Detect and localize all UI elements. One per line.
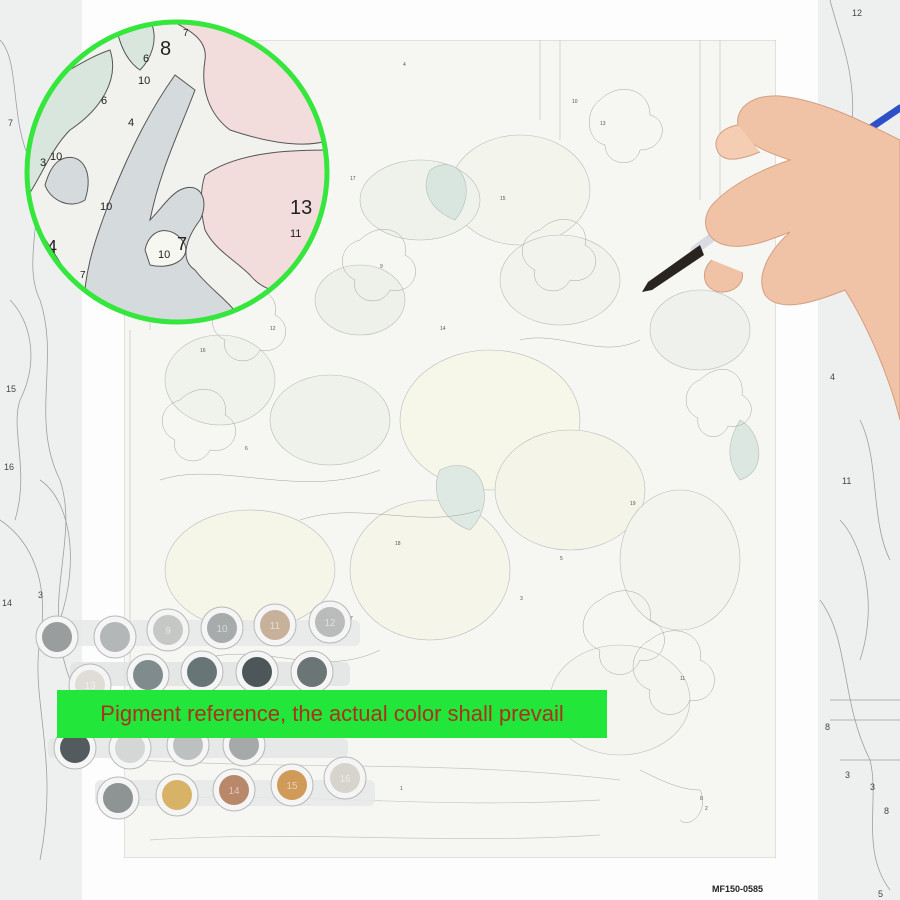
banner-text: Pigment reference, the actual color shal… (100, 701, 564, 726)
paint-pot: 14 (212, 768, 256, 812)
wall-number: 15 (6, 384, 16, 394)
paint-pot-color (242, 657, 272, 687)
zoom-number: 7 (80, 270, 86, 281)
paint-pot-number: 11 (270, 621, 281, 632)
paint-pot-number: 12 (324, 618, 336, 629)
product-code: MF150-0585 (712, 884, 764, 894)
canvas-number: 13 (600, 121, 606, 127)
wall-number: 3 (38, 590, 43, 600)
paint-pot: 11 (253, 603, 297, 647)
paint-pot: 9 (146, 608, 190, 652)
zoom-detail-circle: 7 6 8 10 6 4 3 10 10 4 7 7 10 13 11 (24, 19, 330, 325)
zoom-number: 6 (101, 95, 107, 107)
paint-pot-number: 9 (165, 626, 171, 637)
paint-pot: 16 (323, 756, 367, 800)
paint-pot-color (297, 657, 327, 687)
paint-pot: 15 (270, 763, 314, 807)
pigment-reference-banner: Pigment reference, the actual color shal… (57, 690, 607, 738)
wall-number: 3 (845, 770, 850, 780)
paint-pot-color (103, 783, 133, 813)
paint-pot (93, 615, 137, 659)
zoom-number: 11 (290, 228, 301, 240)
zoom-number: 7 (183, 28, 189, 39)
paint-pot-color (100, 622, 130, 652)
wall-number: 16 (4, 462, 14, 472)
zoom-number: 8 (160, 38, 171, 60)
wall-number: 5 (878, 889, 883, 899)
paint-pot-number: 10 (216, 624, 228, 635)
canvas-number: 4 (403, 62, 406, 68)
paint-pot (96, 776, 140, 820)
paint-pot-number: 16 (339, 774, 351, 785)
canvas-number: 14 (440, 326, 446, 332)
canvas-number: 3 (520, 596, 523, 602)
canvas-number: 10 (572, 99, 578, 105)
paint-pot: 12 (308, 600, 352, 644)
wall-number: 3 (870, 782, 875, 792)
canvas-number: 8 (700, 796, 703, 802)
zoom-number: 7 (177, 234, 187, 254)
wall-number: 8 (825, 722, 830, 732)
paint-pot-number: 14 (228, 786, 240, 797)
zoom-number: 10 (158, 249, 170, 261)
wall-number: 4 (830, 372, 835, 382)
paint-pot-color (42, 622, 72, 652)
paint-pot-color (162, 780, 192, 810)
zoom-number: 4 (128, 117, 134, 129)
canvas-number: 11 (680, 676, 685, 682)
paint-pot-number: 15 (286, 781, 298, 792)
zoom-number: 13 (290, 197, 312, 219)
paint-pot: 10 (200, 606, 244, 650)
zoom-number: 10 (50, 151, 62, 163)
paint-pot (235, 650, 279, 694)
canvas-number: 1 (400, 786, 403, 792)
canvas-number: 17 (350, 176, 356, 182)
paint-pot (180, 650, 224, 694)
canvas-number: 15 (500, 196, 506, 202)
canvas-number: 5 (560, 556, 563, 562)
zoom-number: 6 (143, 53, 149, 65)
canvas-number: 16 (200, 348, 206, 354)
canvas-number: 12 (270, 326, 276, 332)
canvas-number: 9 (380, 264, 383, 270)
canvas-number: 2 (705, 806, 708, 812)
zoom-number: 3 (40, 157, 46, 169)
paint-pot (155, 773, 199, 817)
canvas-number: 19 (630, 501, 636, 507)
wall-number: 12 (852, 8, 862, 18)
wall-number: 8 (884, 806, 889, 816)
paint-pot (290, 650, 334, 694)
wall-number: 14 (2, 598, 12, 608)
paint-pot-color (187, 657, 217, 687)
canvas-number: 6 (245, 446, 248, 452)
product-photo: 12 7 4 3 15 16 14 11 3 8 3 8 5 4 10 13 1… (0, 0, 900, 900)
paint-pot-color (133, 660, 163, 690)
paint-pot (35, 615, 79, 659)
wall-number: 11 (842, 476, 851, 486)
zoom-number: 10 (138, 75, 150, 87)
wall-number: 7 (8, 118, 13, 128)
canvas-number: 18 (395, 541, 401, 547)
zoom-number: 10 (100, 201, 112, 213)
